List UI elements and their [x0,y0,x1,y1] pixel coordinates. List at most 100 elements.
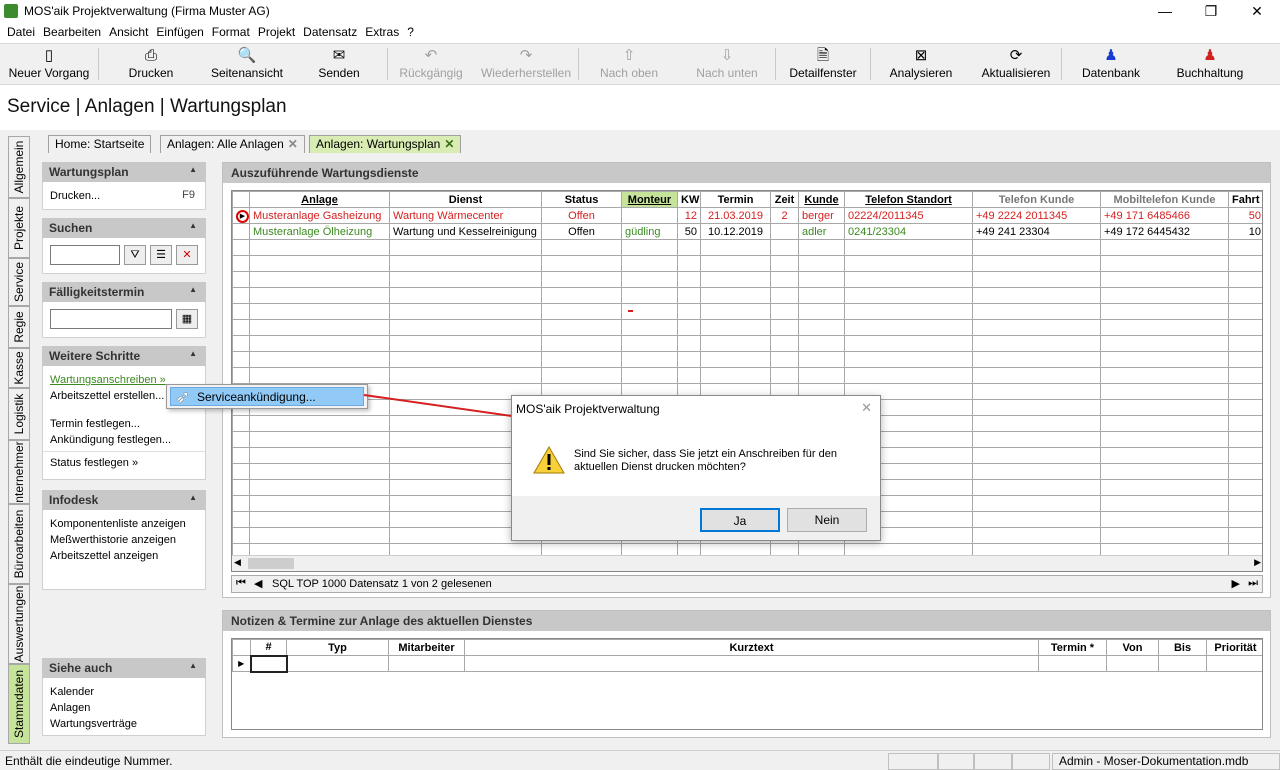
vtab-regie[interactable]: Regie [8,306,30,348]
col-header[interactable]: # [250,639,287,656]
menu-ansicht[interactable]: Ansicht [105,25,152,39]
next-record-icon[interactable]: ▶ [1232,577,1240,590]
close-icon[interactable]: ✕ [444,137,454,151]
collapse-icon[interactable]: ▲ [189,661,197,670]
menu-extras[interactable]: Extras [361,25,403,39]
empty-row[interactable] [232,271,1262,288]
col-header[interactable]: Zeit [770,191,799,208]
analyze-button[interactable]: ⊠ Analysieren [871,44,971,84]
status-link[interactable]: Status festlegen » [43,455,205,471]
yes-button[interactable]: Ja [700,508,780,532]
row-selector[interactable] [232,223,250,240]
scroll-right-icon[interactable]: ▶ [1254,557,1261,568]
empty-row[interactable] [232,319,1262,336]
vtab-unternehmer[interactable]: nternehmer [8,440,30,504]
restore-icon[interactable]: ❐ [1188,0,1234,22]
komponentenliste-link[interactable]: Komponentenliste anzeigen [43,516,205,532]
menu-bearbeiten[interactable]: Bearbeiten [39,25,105,39]
filter-list-icon[interactable]: ☰ [150,245,172,265]
menu-format[interactable]: Format [208,25,254,39]
menu-datei[interactable]: Datei [3,25,39,39]
tab-alle-anlagen[interactable]: Anlagen: Alle Anlagen ✕ [160,135,305,153]
tab-home[interactable]: Home: Startseite [48,135,152,153]
menu-datensatz[interactable]: Datensatz [299,25,361,39]
col-header[interactable]: Status [541,191,622,208]
menu-item-serviceankuendigung[interactable]: Serviceankündigung... [170,387,364,406]
col-header[interactable]: Kunde [798,191,845,208]
close-icon[interactable]: ✕ [861,400,872,416]
col-header[interactable]: Mobiltelefon Kunde [1100,191,1229,208]
clear-filter-icon[interactable]: ✕ [176,245,198,265]
col-header[interactable]: Fahrt [1228,191,1262,208]
vtab-logistik[interactable]: Logistik [8,388,30,440]
minimize-icon[interactable]: — [1142,0,1188,22]
database-button[interactable]: ♟ Datenbank [1062,44,1160,84]
filter-icon[interactable]: ⛛ [124,245,146,265]
collapse-icon[interactable]: ▲ [189,165,197,174]
send-button[interactable]: ✉ Senden [291,44,387,84]
vtab-auswertungen[interactable]: Auswertungen [8,584,30,664]
empty-row[interactable] [232,287,1262,304]
empty-row[interactable] [232,303,1262,320]
notes-grid[interactable]: # Typ Mitarbeiter Kurztext Termin * Von … [231,638,1263,730]
tab-wartungsplan[interactable]: Anlagen: Wartungsplan ✕ [309,135,462,153]
col-header[interactable]: Bis [1158,639,1207,656]
prev-record-icon[interactable]: ◀ [254,577,262,590]
wartungsvertraege-link[interactable]: Wartungsverträge [43,716,205,732]
col-header[interactable]: Anlage [249,191,390,208]
menu-projekt[interactable]: Projekt [254,25,299,39]
collapse-icon[interactable]: ▲ [189,349,197,358]
accounting-button[interactable]: ♟ Buchhaltung [1160,44,1260,84]
col-header[interactable]: Typ [286,639,389,656]
new-vorgang-button[interactable]: ▯ Neuer Vorgang [0,44,98,84]
col-header[interactable]: Telefon Standort [844,191,973,208]
detail-window-button[interactable]: 🗎 Detailfenster [776,44,870,84]
preview-button[interactable]: 🔍 Seitenansicht [203,44,291,84]
col-header[interactable]: Priorität [1206,639,1262,656]
print-button[interactable]: ⎙ Drucken [99,44,203,84]
vtab-service[interactable]: Service [8,258,30,306]
col-header[interactable]: Termin [700,191,771,208]
vtab-kasse[interactable]: Kasse [8,348,30,388]
termin-link[interactable]: Termin festlegen... [43,416,205,432]
horizontal-scrollbar[interactable]: ◀ ▶ [232,555,1262,571]
empty-row[interactable] [232,367,1262,384]
close-icon[interactable]: ✕ [1234,0,1280,22]
no-button[interactable]: Nein [787,508,867,532]
ankuendigung-link[interactable]: Ankündigung festlegen... [43,432,205,448]
vtab-bueroarbeiten[interactable]: Büroarbeiten [8,504,30,584]
kalender-link[interactable]: Kalender [43,684,205,700]
row-selector-icon[interactable]: ▶ [232,207,250,224]
arbeitszettel-anzeigen-link[interactable]: Arbeitszettel anzeigen [43,548,205,564]
empty-row[interactable] [232,335,1262,352]
anlagen-link[interactable]: Anlagen [43,700,205,716]
move-up-button[interactable]: ⇧ Nach oben [579,44,679,84]
menu-help[interactable]: ? [403,25,418,39]
close-icon[interactable]: ✕ [288,137,298,151]
calendar-icon[interactable]: ▦ [176,309,198,329]
move-down-button[interactable]: ⇩ Nach unten [679,44,775,84]
col-header[interactable]: Kurztext [464,639,1039,656]
empty-row[interactable] [232,351,1262,368]
due-date-input[interactable] [50,309,172,329]
last-record-icon[interactable]: ⏭ [1248,577,1258,590]
menu-einfuegen[interactable]: Einfügen [152,25,207,39]
col-header[interactable]: Monteur [621,191,678,208]
scroll-thumb[interactable] [248,558,294,569]
collapse-icon[interactable]: ▲ [189,221,197,230]
print-link[interactable]: Drucken... [43,188,100,204]
collapse-icon[interactable]: ▲ [189,285,197,294]
vtab-projekte[interactable]: Projekte [8,198,30,258]
col-header[interactable]: Telefon Kunde [972,191,1101,208]
collapse-icon[interactable]: ▲ [189,493,197,502]
col-header[interactable]: Mitarbeiter [388,639,465,656]
table-row[interactable]: ▶ Musteranlage Gasheizung Wartung Wärmec… [232,207,1262,224]
scroll-left-icon[interactable]: ◀ [234,557,241,568]
messwerthistorie-link[interactable]: Meßwerthistorie anzeigen [43,532,205,548]
vtab-allgemein[interactable]: Allgemein [8,136,30,198]
col-header[interactable]: Dienst [389,191,542,208]
col-header[interactable]: Termin * [1038,639,1107,656]
vtab-stammdaten[interactable]: Stammdaten [8,664,30,744]
redo-button[interactable]: ↷ Wiederherstellen [474,44,578,84]
note-cell[interactable] [249,654,288,673]
